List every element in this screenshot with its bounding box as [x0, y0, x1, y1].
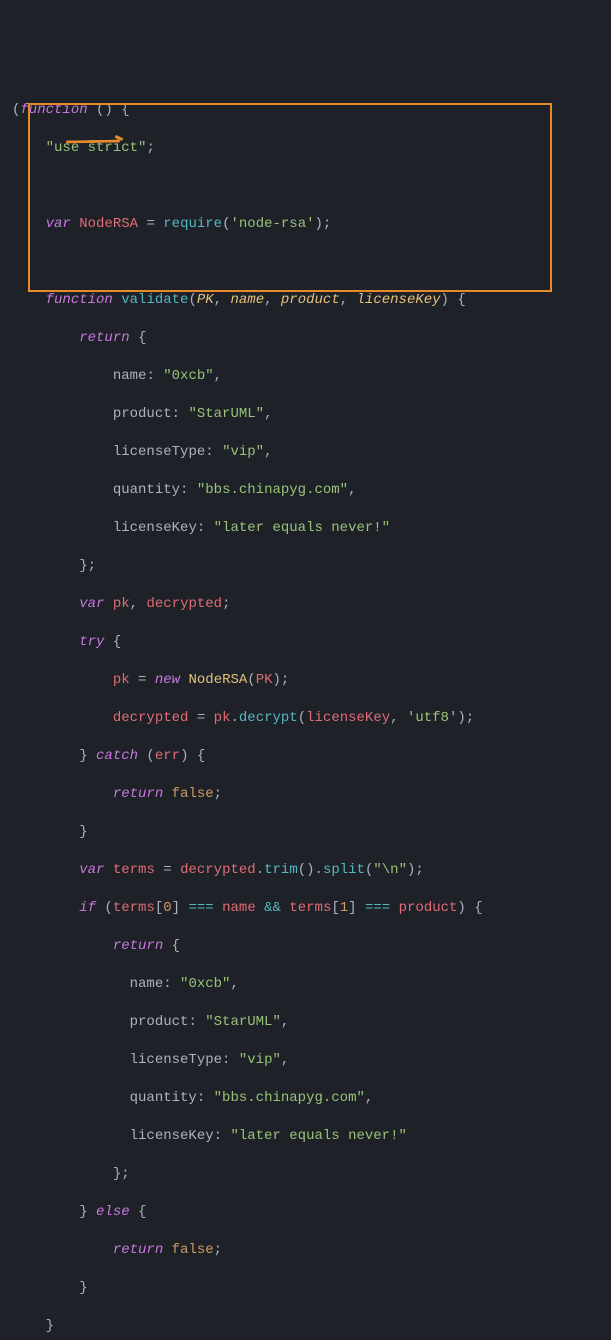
code-line: product: "StarUML", — [12, 1013, 611, 1032]
code-line — [12, 177, 611, 196]
code-line: } — [12, 1317, 611, 1336]
code-line: name: "0xcb", — [12, 367, 611, 386]
code-line: return { — [12, 937, 611, 956]
code-line: return false; — [12, 1241, 611, 1260]
code-line: } — [12, 823, 611, 842]
code-line: pk = new NodeRSA(PK); — [12, 671, 611, 690]
code-line: var NodeRSA = require('node-rsa'); — [12, 215, 611, 234]
code-line: name: "0xcb", — [12, 975, 611, 994]
code-line: "use strict"; — [12, 139, 611, 158]
code-editor: (function () { "use strict"; var NodeRSA… — [12, 82, 611, 1340]
code-line: } else { — [12, 1203, 611, 1222]
code-line: quantity: "bbs.chinapyg.com", — [12, 481, 611, 500]
code-line: }; — [12, 557, 611, 576]
code-line: quantity: "bbs.chinapyg.com", — [12, 1089, 611, 1108]
code-line: } — [12, 1279, 611, 1298]
code-line: (function () { — [12, 101, 611, 120]
code-line: try { — [12, 633, 611, 652]
code-line: return false; — [12, 785, 611, 804]
code-line: var terms = decrypted.trim().split("\n")… — [12, 861, 611, 880]
code-line: var pk, decrypted; — [12, 595, 611, 614]
code-line: licenseType: "vip", — [12, 1051, 611, 1070]
code-line: } catch (err) { — [12, 747, 611, 766]
code-line: return { — [12, 329, 611, 348]
code-line: function validate(PK, name, product, lic… — [12, 291, 611, 310]
code-line: licenseKey: "later equals never!" — [12, 519, 611, 538]
code-line: licenseKey: "later equals never!" — [12, 1127, 611, 1146]
code-line: licenseType: "vip", — [12, 443, 611, 462]
code-line: }; — [12, 1165, 611, 1184]
code-line — [12, 253, 611, 272]
code-line: if (terms[0] === name && terms[1] === pr… — [12, 899, 611, 918]
code-line: product: "StarUML", — [12, 405, 611, 424]
code-line: decrypted = pk.decrypt(licenseKey, 'utf8… — [12, 709, 611, 728]
